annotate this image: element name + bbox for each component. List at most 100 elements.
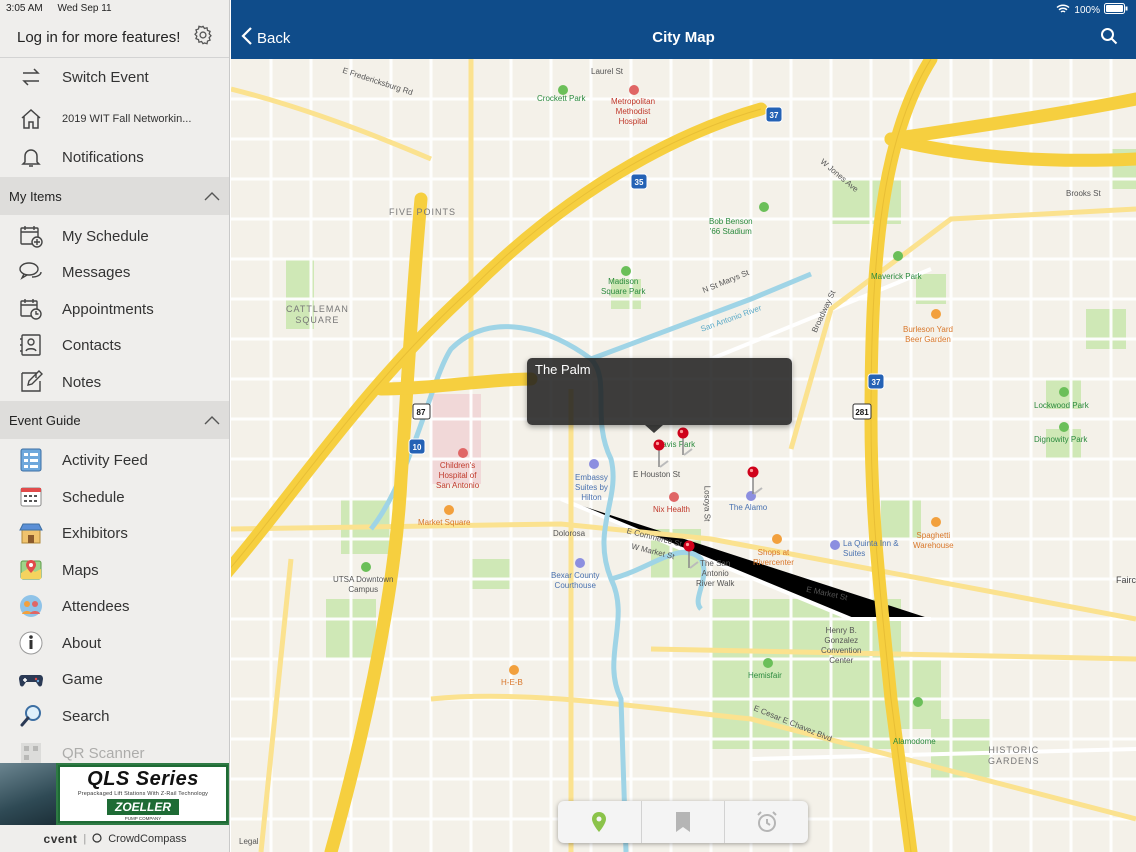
gear-icon[interactable] <box>192 24 214 51</box>
map-street-label: Brooks St <box>1066 189 1101 198</box>
sidebar-item-attendees[interactable]: Attendees <box>0 588 229 624</box>
appointment-clock-icon <box>17 295 45 323</box>
sidebar-item-label: Switch Event <box>62 68 149 86</box>
bell-icon <box>17 143 45 171</box>
map-toolbar <box>558 801 808 843</box>
section-title: My Items <box>9 188 62 204</box>
sidebar-item-search[interactable]: Search <box>0 698 229 734</box>
ad-company: PUMP COMPANY <box>124 816 162 821</box>
chevron-up-icon <box>204 413 220 428</box>
svg-text:37: 37 <box>872 378 881 387</box>
main-content: 100% Back City Map 35 37 37 10 87 281 La… <box>231 0 1136 852</box>
sidebar-item-event-home[interactable]: 2019 WIT Fall Networkin... <box>0 101 229 137</box>
map-poi-label: The San Antonio River Walk <box>696 559 735 588</box>
sidebar-item-notes[interactable]: Notes <box>0 364 229 400</box>
chat-bubbles-icon <box>17 258 45 286</box>
maps-icon <box>17 556 45 584</box>
map-poi-label: Shops at Rivercenter <box>753 548 794 567</box>
sidebar-item-maps[interactable]: Maps <box>0 552 229 588</box>
map-street-label: Losoya St <box>702 485 712 522</box>
search-icon <box>17 702 45 730</box>
gamepad-icon <box>17 665 45 693</box>
svg-text:281: 281 <box>855 408 869 417</box>
sidebar-item-label: Messages <box>62 263 131 281</box>
location-pin-icon[interactable] <box>558 801 642 843</box>
sidebar-item-label: Notifications <box>62 148 144 166</box>
activity-feed-icon <box>17 446 45 474</box>
alarm-clock-icon[interactable] <box>725 801 808 843</box>
home-icon <box>17 105 45 133</box>
sidebar-item-my-schedule[interactable]: My Schedule <box>0 218 229 254</box>
sidebar-item-label: Schedule <box>62 488 125 506</box>
map-poi-label: Hemisfair <box>748 671 782 680</box>
map-poi-label: The Alamo <box>729 503 768 512</box>
map-poi-label: Market Square <box>418 518 471 527</box>
calendar-plus-icon <box>17 222 45 250</box>
city-map[interactable]: 35 37 37 10 87 281 Laurel St Crockett Pa… <box>231 59 1136 852</box>
sidebar-item-label: Search <box>62 707 110 725</box>
map-poi-label: Henry B. Gonzalez Convention Center <box>821 626 862 665</box>
map-poi-label: Children's Hospital of San Antonio <box>436 461 480 490</box>
sidebar-item-schedule[interactable]: Schedule <box>0 479 229 515</box>
footer-separator: | <box>83 833 87 845</box>
map-district-label: FIVE POINTS <box>389 207 457 217</box>
sidebar-item-notifications[interactable]: Notifications <box>0 139 229 175</box>
map-poi-label: Embassy Suites by Hilton <box>575 473 608 502</box>
map-poi-label: Metropolitan Methodist Hospital <box>611 97 656 126</box>
map-poi-label: Nix Health <box>653 505 690 514</box>
status-time: 3:05 AM <box>6 3 43 14</box>
map-legal-link[interactable]: Legal <box>239 837 259 846</box>
ad-content: QLS Series Prepackaged Lift Stations Wit… <box>58 765 228 823</box>
map-street-label: Dolorosa <box>553 529 586 538</box>
map-pin[interactable] <box>746 466 763 498</box>
info-icon <box>17 629 45 657</box>
login-banner[interactable]: Log in for more features! <box>0 18 229 58</box>
sidebar-item-contacts[interactable]: Contacts <box>0 327 229 363</box>
ad-title: QLS Series <box>87 768 199 790</box>
map-poi-label: Bexar County Courthouse <box>551 571 600 590</box>
status-bar-right: 100% <box>1056 3 1128 17</box>
sidebar-item-label: QR Scanner <box>62 744 145 762</box>
crowdcompass-logo: CrowdCompass <box>108 833 187 845</box>
bookmark-icon[interactable] <box>642 801 726 843</box>
crowdcompass-icon <box>92 832 102 846</box>
sidebar-footer: cvent | CrowdCompass <box>0 826 229 852</box>
map-poi-label: La Quinta Inn & Suites <box>843 539 899 558</box>
sidebar-item-appointments[interactable]: Appointments <box>0 291 229 327</box>
login-text: Log in for more features! <box>17 29 181 46</box>
map-poi-label: Bob Benson '66 Stadium <box>709 217 753 236</box>
schedule-grid-icon <box>17 483 45 511</box>
sidebar-item-messages[interactable]: Messages <box>0 254 229 290</box>
contact-card-icon <box>17 331 45 359</box>
map-street-label: Laurel St <box>591 67 624 76</box>
section-header-my-items[interactable]: My Items <box>0 177 229 215</box>
sidebar-item-label: Notes <box>62 373 102 391</box>
sidebar-item-about[interactable]: About <box>0 625 229 661</box>
map-district-label: CATTLEMAN SQUARE <box>286 304 349 325</box>
map-street-label: E Houston St <box>633 470 681 479</box>
map-poi-label: Lockwood Park <box>1034 401 1089 410</box>
sidebar-item-activity-feed[interactable]: Activity Feed <box>0 442 229 478</box>
section-header-event-guide[interactable]: Event Guide <box>0 401 229 439</box>
status-bar-left: 3:05 AM Wed Sep 11 <box>6 3 124 14</box>
sponsor-ad-banner[interactable]: QLS Series Prepackaged Lift Stations Wit… <box>0 763 229 825</box>
map-pin[interactable] <box>652 439 669 471</box>
sidebar-item-label: Attendees <box>62 597 130 615</box>
sidebar-item-label: Exhibitors <box>62 524 128 542</box>
sidebar: 3:05 AM Wed Sep 11 Log in for more featu… <box>0 0 230 852</box>
sidebar-item-exhibitors[interactable]: Exhibitors <box>0 515 229 551</box>
battery-percent: 100% <box>1074 4 1100 16</box>
wifi-icon <box>1056 3 1070 17</box>
map-callout[interactable]: The Palm <box>527 358 792 433</box>
attendees-icon <box>17 592 45 620</box>
map-poi-label: Alamodome <box>893 737 936 746</box>
map-pin[interactable] <box>676 427 693 459</box>
svg-text:35: 35 <box>635 178 644 187</box>
map-poi-label: Maverick Park <box>871 272 922 281</box>
sidebar-item-game[interactable]: Game <box>0 661 229 697</box>
map-poi-label: Spaghetti Warehouse <box>913 531 954 550</box>
map-poi-label: UTSA Downtown Campus <box>333 575 394 594</box>
search-icon[interactable] <box>1100 27 1118 50</box>
sidebar-item-switch-event[interactable]: Switch Event <box>0 59 229 95</box>
map-pin[interactable] <box>682 540 699 572</box>
